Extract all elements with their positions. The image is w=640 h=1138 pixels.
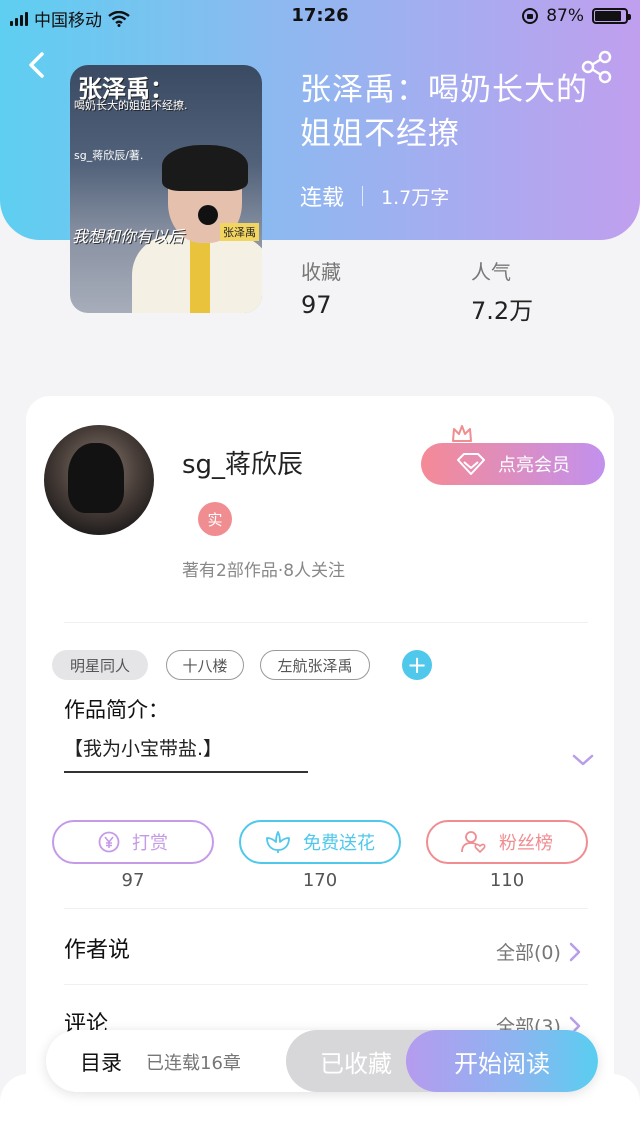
send-flower-label: 免费送花: [303, 833, 375, 854]
reward-count: 97: [121, 870, 145, 891]
cover-name-tag: 张泽禹: [220, 223, 259, 241]
divider: [64, 984, 588, 985]
cover-author: sg_蒋欣辰/著.: [74, 149, 144, 162]
stat-label: 人气: [471, 260, 511, 284]
tag-item[interactable]: 十八楼: [166, 650, 244, 680]
intro-title: 作品简介：: [64, 698, 169, 722]
book-cover[interactable]: 张泽禹： 喝奶长大的姐姐不经撩. sg_蒋欣辰/著. 我想和你有以后 张泽禹: [70, 65, 262, 313]
cover-microphone: [198, 205, 218, 225]
author-name[interactable]: sg_蒋欣辰: [182, 444, 303, 481]
meta-divider: [362, 186, 364, 206]
author-avatar[interactable]: [44, 425, 154, 535]
book-title: 张泽禹：喝奶长大的姐姐不经撩: [300, 72, 588, 152]
catalog-button[interactable]: 目录: [80, 1047, 122, 1077]
chapter-count: 已连载16章: [146, 1053, 241, 1074]
tag-item[interactable]: 明星同人: [52, 650, 148, 680]
tag-item[interactable]: 左航张泽禹: [260, 650, 370, 680]
back-icon[interactable]: [22, 50, 52, 80]
book-meta: 连载 1.7万字: [300, 180, 449, 212]
diamond-icon: [457, 453, 485, 475]
rotation-lock-icon: [522, 8, 539, 24]
reward-button[interactable]: 打赏: [52, 820, 214, 864]
fan-ranking-label: 粉丝榜: [499, 833, 553, 854]
cover-figure-hair: [162, 145, 248, 191]
cover-figure-shirt: [190, 235, 210, 313]
stat-favorites: 收藏 97: [301, 256, 341, 319]
yen-coin-icon: [98, 831, 120, 853]
stat-value: 7.2万: [471, 297, 534, 325]
bottom-action-bar: 目录 已连载16章 已收藏 开始阅读: [46, 1030, 598, 1092]
fan-count: 110: [489, 870, 525, 891]
serial-status: 连载: [300, 186, 345, 211]
stat-value: 97: [301, 291, 332, 319]
fan-ranking-button[interactable]: 粉丝榜: [426, 820, 588, 864]
vip-label: 点亮会员: [498, 455, 570, 476]
reward-label: 打赏: [132, 833, 168, 854]
flower-count: 170: [302, 870, 338, 891]
stat-popularity: 人气 7.2万: [471, 256, 533, 326]
stat-label: 收藏: [301, 260, 341, 284]
author-notes-all-link[interactable]: 全部(0): [496, 938, 581, 965]
verified-badge: 实: [198, 502, 232, 536]
author-stats: 著有2部作品·8人关注: [182, 561, 346, 581]
word-count: 1.7万字: [381, 186, 450, 209]
divider: [64, 908, 588, 909]
battery-icon: [592, 8, 631, 24]
intro-text: 【我为小宝带盐.】: [64, 734, 308, 773]
status-right: 87%: [522, 6, 631, 26]
fan-user-icon: [461, 831, 486, 853]
divider: [64, 622, 588, 623]
add-tag-button[interactable]: +: [402, 650, 432, 680]
vip-button[interactable]: 点亮会员: [421, 443, 605, 485]
start-reading-button[interactable]: 开始阅读: [406, 1030, 598, 1092]
cover-subtitle: 喝奶长大的姐姐不经撩.: [74, 99, 188, 112]
battery-fill: [595, 11, 622, 21]
cover-handwriting: 我想和你有以后: [72, 227, 185, 246]
send-flower-button[interactable]: 免费送花: [239, 820, 401, 864]
status-bar: 中国移动 17:26 87%: [0, 0, 640, 34]
crown-icon: [452, 425, 472, 442]
flower-icon: [266, 831, 290, 853]
avatar-figure: [68, 443, 124, 513]
chevron-right-icon: [569, 942, 581, 961]
chevron-down-icon[interactable]: [570, 750, 596, 770]
battery-percent: 87%: [546, 6, 584, 26]
author-notes-title: 作者说: [64, 938, 131, 963]
author-notes-all-label: 全部(0): [496, 942, 561, 964]
